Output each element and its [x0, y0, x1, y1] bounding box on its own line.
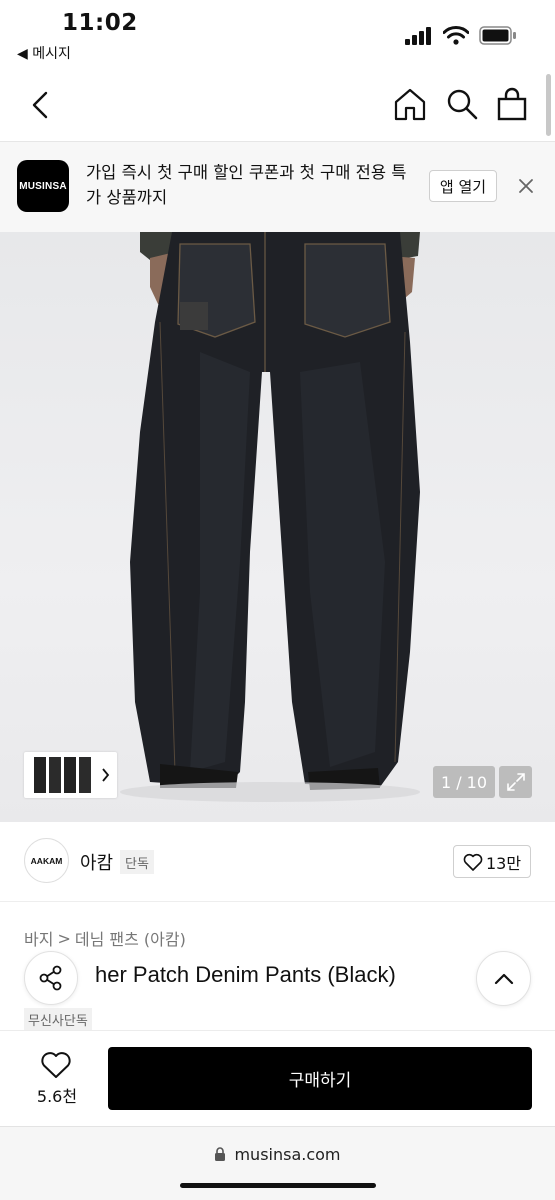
app-install-banner: MUSINSA 가입 즉시 첫 구매 할인 쿠폰과 첫 구매 전용 특가 상품까… — [0, 142, 555, 232]
brand-name[interactable]: 아캄 — [80, 849, 113, 875]
home-indicator[interactable] — [180, 1183, 376, 1188]
status-time: 11:02 — [62, 10, 138, 36]
product-image[interactable] — [0, 232, 555, 822]
shopping-bag-icon[interactable] — [495, 86, 529, 122]
search-icon[interactable] — [444, 86, 480, 122]
product-title-text: her Patch Denim Pants (Black) — [95, 962, 396, 987]
chevron-up-icon — [494, 973, 513, 984]
brand-logo[interactable]: AAKAM — [24, 838, 69, 883]
home-icon[interactable] — [392, 86, 428, 122]
denim-pants-photo — [120, 232, 420, 802]
heart-icon — [463, 853, 483, 871]
browser-url-bar[interactable]: musinsa.com — [0, 1126, 555, 1200]
close-icon[interactable] — [516, 176, 536, 196]
url-text: musinsa.com — [234, 1145, 341, 1164]
wish-count: 5.6천 — [36, 1087, 78, 1106]
share-button[interactable] — [24, 951, 78, 1005]
back-chevron-icon[interactable] — [26, 88, 56, 122]
url-display[interactable]: musinsa.com — [0, 1145, 555, 1164]
breadcrumb-separator: > — [57, 928, 71, 948]
breadcrumb-subcategory[interactable]: 데님 팬츠 (아캄) — [75, 926, 186, 950]
product-title: her Patch Denim Pants (Black) — [24, 962, 464, 988]
brand-like-count: 13만 — [485, 853, 522, 873]
nav-bar — [0, 70, 555, 142]
scroll-indicator[interactable] — [546, 74, 551, 136]
breadcrumb-category[interactable]: 바지 — [24, 926, 53, 950]
breadcrumb: 바지 > 데님 팬츠 (아캄) — [24, 926, 186, 950]
wifi-icon — [443, 26, 469, 45]
banner-message: 가입 즉시 첫 구매 할인 쿠폰과 첫 구매 전용 특가 상품까지 — [86, 163, 407, 207]
status-bar: 11:02 ◀ 메시지 — [0, 0, 555, 70]
scroll-top-button[interactable] — [476, 951, 531, 1006]
musinsa-logo: MUSINSA — [17, 160, 69, 212]
open-app-button[interactable]: 앱 열기 — [429, 170, 497, 202]
battery-icon — [479, 26, 516, 45]
status-icons — [405, 26, 517, 45]
thumbnail-strip[interactable] — [24, 752, 117, 798]
expand-image-button[interactable] — [499, 766, 532, 798]
expand-icon — [506, 773, 525, 791]
image-counter: 1 / 10 — [433, 766, 495, 798]
buy-button[interactable]: 구매하기 — [108, 1047, 532, 1110]
signal-icon — [405, 26, 431, 45]
exclusive-badge: 무신사단독 — [24, 1008, 92, 1030]
back-to-app-link[interactable]: ◀ 메시지 — [17, 43, 71, 63]
share-icon — [39, 965, 62, 991]
lock-icon — [215, 1147, 226, 1161]
brand-row: AAKAM 아캄 단독 13만 — [0, 822, 555, 902]
brand-like-button[interactable]: 13만 — [453, 845, 531, 878]
heart-icon[interactable] — [40, 1051, 72, 1079]
brand-exclusive-badge: 단독 — [120, 850, 154, 874]
purchase-bar: 5.6천 구매하기 — [0, 1030, 555, 1126]
